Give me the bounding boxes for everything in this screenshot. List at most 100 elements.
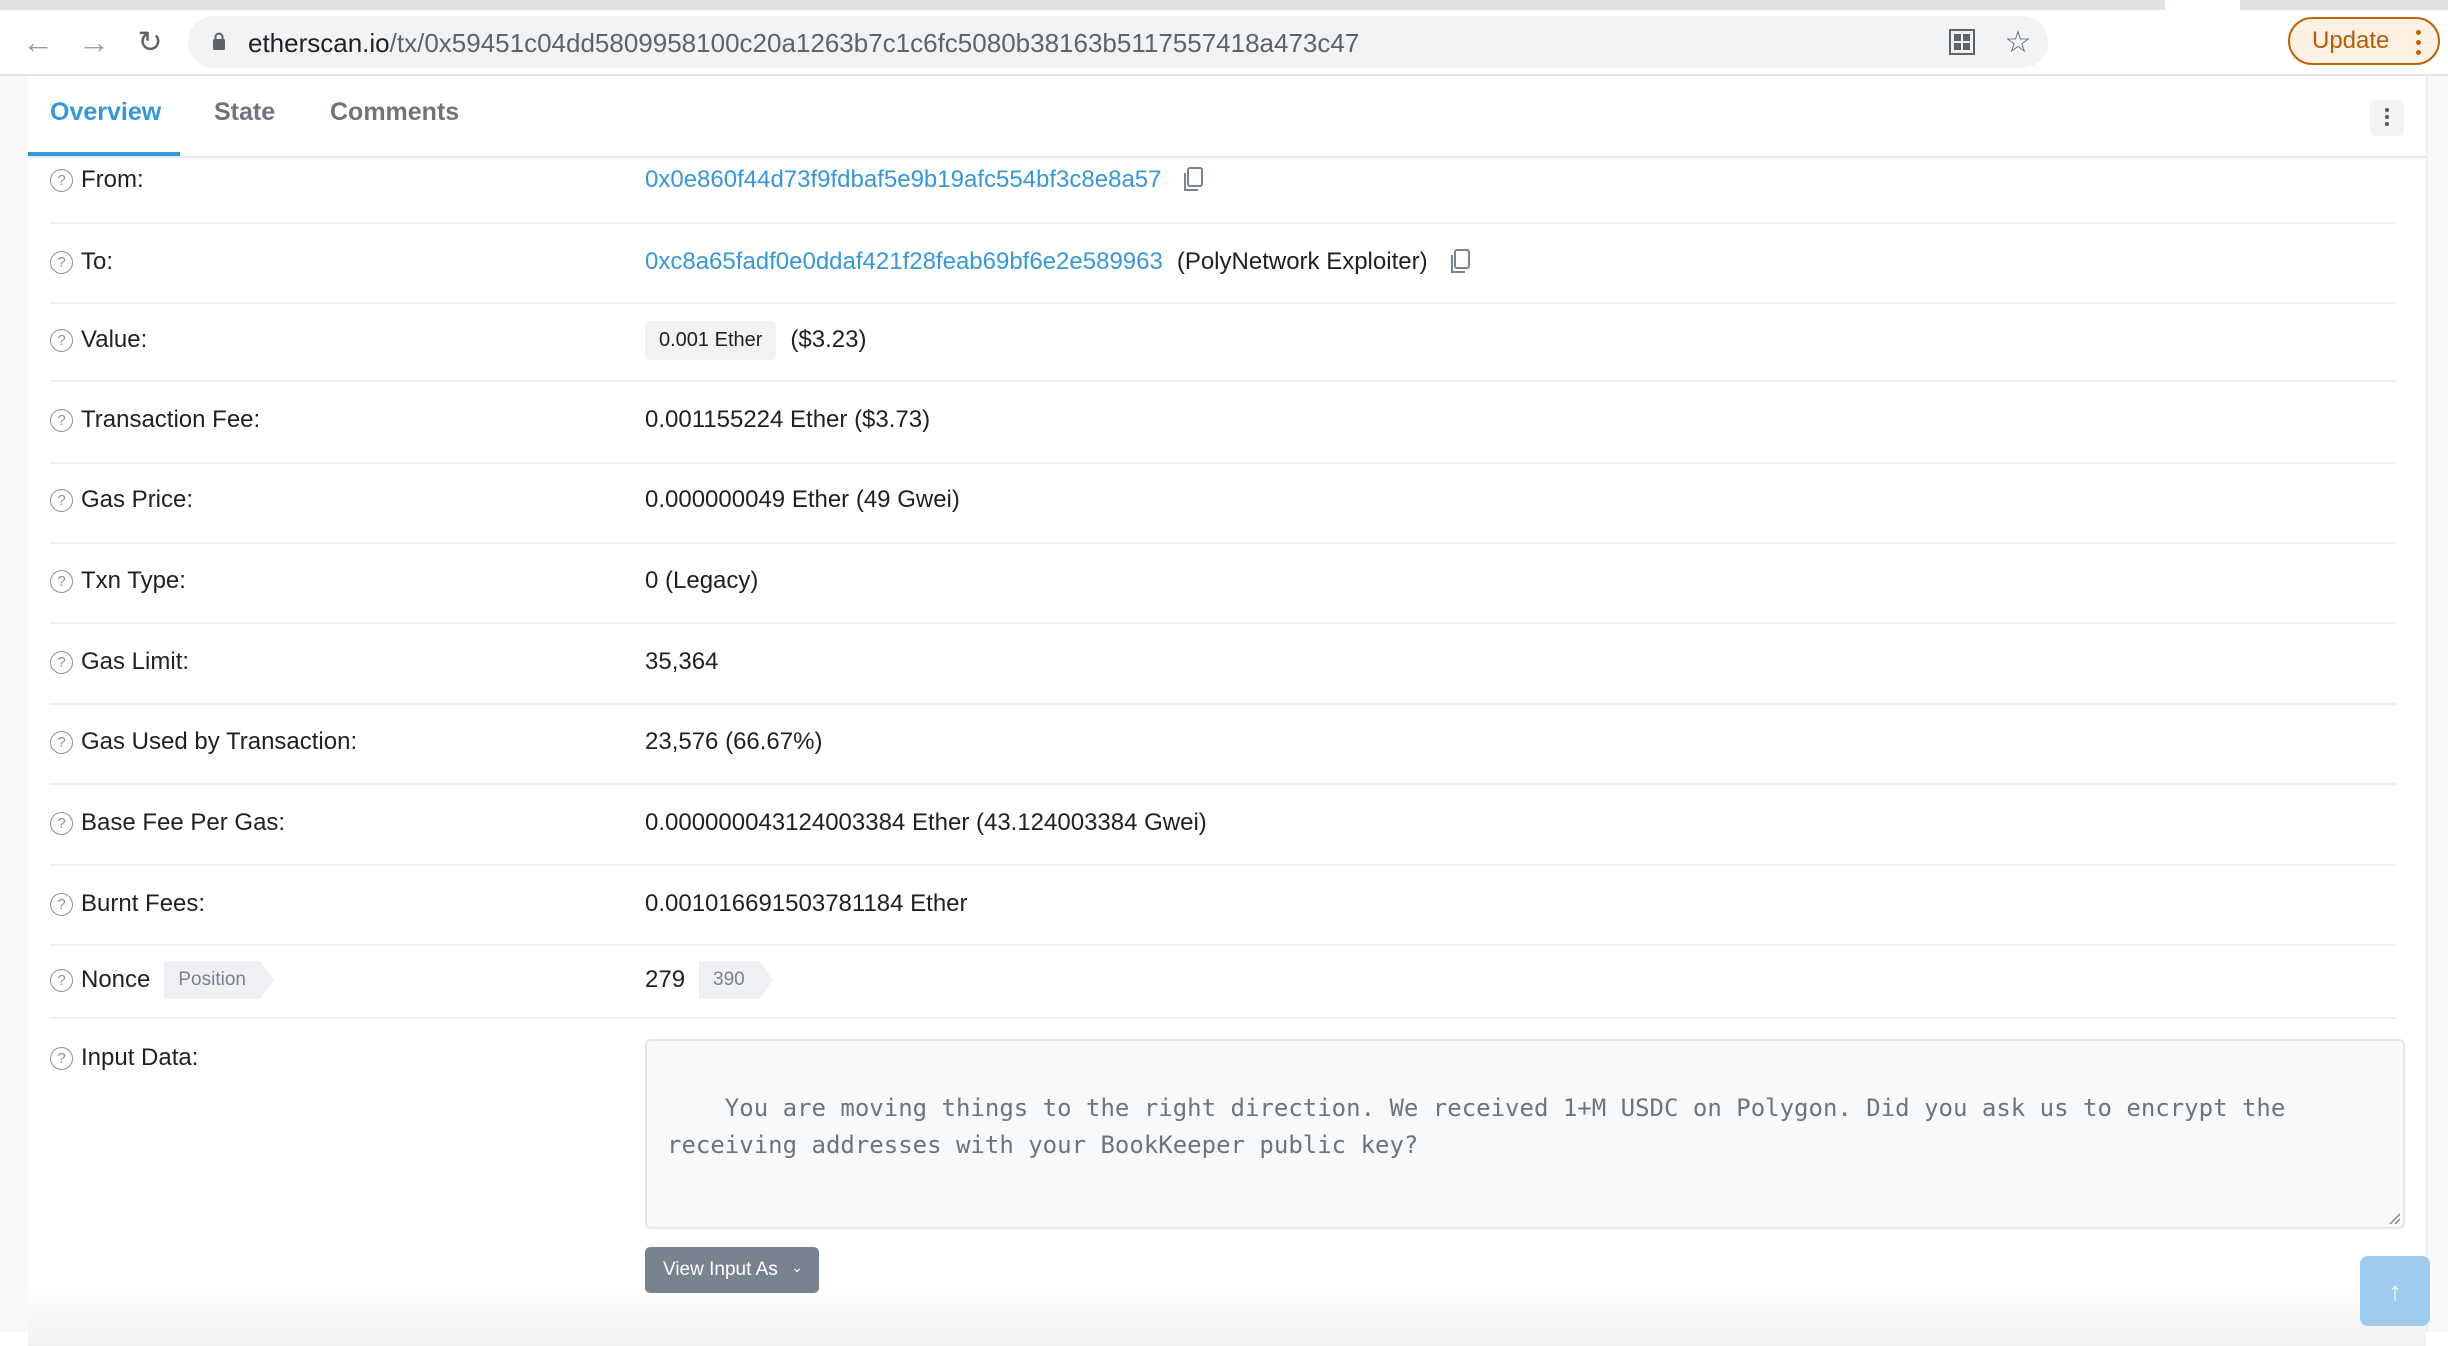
tab-overview[interactable]: Overview	[50, 98, 161, 127]
from-value: 0x0e860f44d73f9fdbaf5e9b19afc554bf3c8e8a…	[645, 164, 1205, 196]
gas-used-label-text: Gas Used by Transaction:	[81, 728, 358, 755]
help-icon[interactable]: ?	[50, 569, 73, 593]
gas-price-label: ? Gas Price:	[50, 484, 193, 516]
forward-icon: →	[78, 23, 110, 60]
nonce-label-text: Nonce	[81, 966, 151, 993]
help-icon[interactable]: ?	[50, 968, 73, 992]
help-icon[interactable]: ?	[50, 168, 73, 192]
to-address-link[interactable]: 0xc8a65fadf0e0ddaf421f28feab69bf6e2e5899…	[645, 248, 1163, 276]
back-button[interactable]: ←	[14, 18, 62, 66]
row-divider	[50, 1017, 2396, 1019]
help-icon[interactable]: ?	[50, 488, 73, 512]
to-label: ? To:	[50, 246, 113, 278]
to-name-tag: (PolyNetwork Exploiter)	[1176, 248, 1428, 275]
gas-limit-label: ? Gas Limit:	[50, 646, 189, 678]
help-icon[interactable]: ?	[50, 408, 73, 432]
reload-button[interactable]: ↻	[126, 18, 174, 66]
url-domain: etherscan.io	[248, 28, 390, 58]
view-input-as-label: View Input As	[663, 1259, 778, 1280]
row-divider	[50, 380, 2396, 382]
base-fee-label: ? Base Fee Per Gas:	[50, 807, 285, 839]
qr-code-button[interactable]	[1946, 26, 1978, 58]
help-icon[interactable]: ?	[50, 730, 73, 754]
row-divider	[50, 944, 2396, 946]
row-divider	[50, 222, 2396, 224]
value-label: ? Value:	[50, 324, 147, 356]
help-icon[interactable]: ?	[50, 650, 73, 674]
fee-label: ? Transaction Fee:	[50, 404, 260, 436]
input-data-textarea[interactable]: You are moving things to the right direc…	[645, 1039, 2405, 1229]
row-divider	[50, 864, 2396, 866]
more-vertical-icon	[2370, 108, 2404, 126]
reload-icon: ↻	[137, 25, 163, 59]
transaction-card: Overview State Comments ? From: 0x0e860f4…	[28, 76, 2426, 1346]
from-label-text: From:	[81, 166, 144, 193]
view-input-as-button[interactable]: View Input As ⌄	[645, 1247, 819, 1293]
value-usd: ($3.23)	[790, 326, 867, 353]
gas-price-value: 0.000000049 Ether (49 Gwei)	[645, 486, 960, 513]
help-icon[interactable]: ?	[50, 1046, 73, 1070]
help-icon[interactable]: ?	[50, 892, 73, 916]
tab-comments[interactable]: Comments	[330, 98, 459, 127]
nonce-number: 279	[645, 966, 686, 993]
bottom-fade	[28, 1286, 2426, 1346]
browser-toolbar: ← → ↻ etherscan.io/tx/0x59451c04dd580995…	[0, 10, 2448, 76]
scroll-to-top-button[interactable]: ↑	[2360, 1256, 2430, 1326]
burnt-fees-label-text: Burnt Fees:	[81, 890, 206, 917]
update-label: Update	[2312, 27, 2390, 54]
row-divider	[50, 622, 2396, 624]
gas-limit-value: 35,364	[645, 648, 719, 675]
help-icon[interactable]: ?	[50, 250, 73, 274]
base-fee-value: 0.000000043124003384 Ether (43.124003384…	[645, 809, 1207, 836]
copy-icon[interactable]	[1181, 166, 1205, 194]
fee-label-text: Transaction Fee:	[81, 406, 261, 433]
bookmark-star-icon: ☆	[2004, 25, 2032, 59]
browser-tab-strip	[0, 0, 2448, 10]
row-divider	[50, 542, 2396, 544]
scrollbar-track[interactable]	[2426, 76, 2448, 1332]
address-bar[interactable]: etherscan.io/tx/0x59451c04dd5809958100c2…	[188, 16, 2048, 68]
base-fee-label-text: Base Fee Per Gas:	[81, 809, 286, 836]
value-label-text: Value:	[81, 326, 148, 353]
help-icon[interactable]: ?	[50, 811, 73, 835]
from-address-link[interactable]: 0x0e860f44d73f9fdbaf5e9b19afc554bf3c8e8a…	[645, 166, 1161, 194]
txn-type-label: ? Txn Type:	[50, 565, 186, 597]
txn-type-label-text: Txn Type:	[81, 567, 186, 594]
back-icon: ←	[22, 23, 54, 60]
browser-tab[interactable]	[2165, 0, 2240, 10]
burnt-fees-label: ? Burnt Fees:	[50, 888, 205, 920]
input-data-label: ? Input Data:	[50, 1042, 198, 1074]
tab-state[interactable]: State	[214, 98, 275, 127]
kebab-menu-icon	[2416, 27, 2422, 60]
lock-icon	[213, 32, 225, 50]
url-text[interactable]: etherscan.io/tx/0x59451c04dd5809958100c2…	[248, 28, 1359, 59]
value-amount-badge: 0.001 Ether	[645, 320, 777, 360]
row-divider	[50, 302, 2396, 304]
nonce-label: ? Nonce Position	[50, 960, 274, 1000]
position-tag: Position	[164, 961, 274, 999]
copy-icon[interactable]	[1448, 248, 1472, 276]
qr-code-icon	[1949, 29, 1975, 55]
more-options-button[interactable]	[2370, 100, 2404, 136]
help-icon[interactable]: ?	[50, 328, 73, 352]
position-number-tag: 390	[699, 961, 773, 999]
row-divider	[50, 783, 2396, 785]
to-label-text: To:	[81, 248, 114, 275]
tab-bar: Overview State Comments	[28, 76, 2426, 158]
row-divider	[50, 462, 2396, 464]
resize-handle-icon[interactable]	[2387, 1211, 2401, 1225]
forward-button[interactable]: →	[70, 18, 118, 66]
gas-used-value: 23,576 (66.67%)	[645, 728, 823, 755]
active-tab-indicator	[28, 152, 180, 156]
url-path: /tx/0x59451c04dd5809958100c20a1263b7c1c6…	[389, 28, 1360, 58]
value-value: 0.001 Ether ($3.23)	[645, 320, 866, 360]
update-button[interactable]: Update	[2288, 17, 2440, 65]
txn-type-value: 0 (Legacy)	[645, 567, 759, 594]
row-divider	[50, 703, 2396, 705]
page-margin-left	[0, 76, 28, 1332]
bookmark-button[interactable]: ☆	[2002, 25, 2034, 59]
arrow-up-icon: ↑	[2388, 1275, 2402, 1306]
input-data-text: You are moving things to the right direc…	[667, 1094, 2300, 1159]
gas-used-label: ? Gas Used by Transaction:	[50, 726, 357, 758]
nonce-value: 279 390	[645, 960, 773, 1000]
